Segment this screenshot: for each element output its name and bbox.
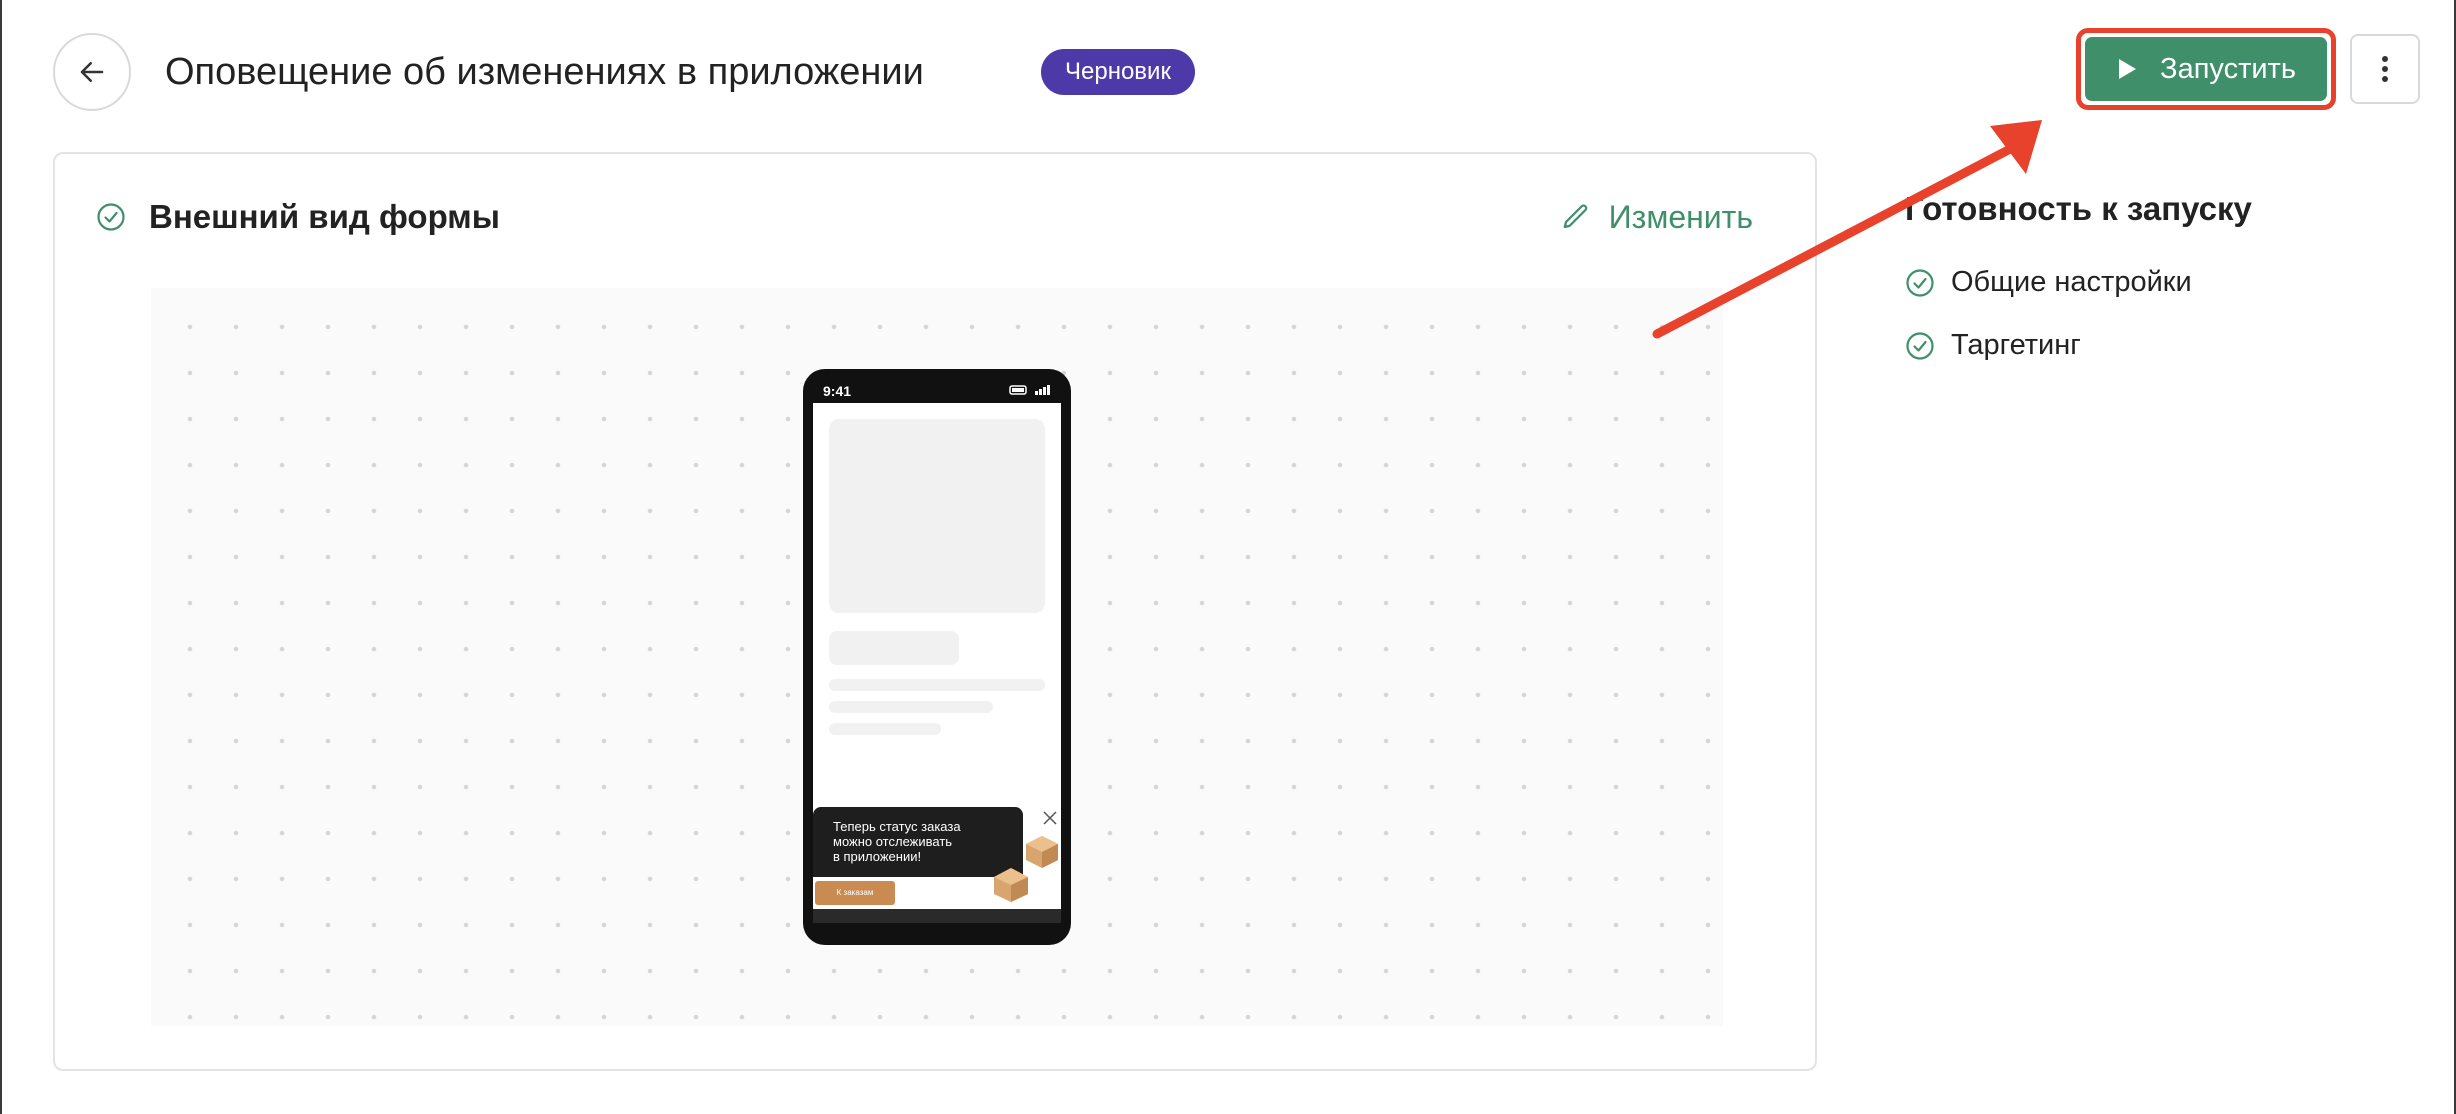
- phone-bottom-bar: [813, 909, 1061, 923]
- back-button[interactable]: [53, 33, 131, 111]
- phone-status-icons: [1009, 383, 1051, 399]
- arrow-left-icon: [80, 62, 104, 82]
- phone-screen: Теперь статус заказа можно отслеживать в…: [813, 403, 1061, 909]
- readiness-item-label: Общие настройки: [1951, 266, 2192, 298]
- skeleton-line: [829, 723, 941, 735]
- edit-link[interactable]: Изменить: [1561, 194, 1753, 240]
- skeleton-line: [829, 701, 993, 713]
- launch-button[interactable]: Запустить: [2085, 37, 2327, 101]
- more-options-button[interactable]: [2350, 34, 2420, 104]
- skeleton-image: [829, 419, 1045, 613]
- more-vertical-icon: [2382, 56, 2388, 82]
- readiness-item-targeting: Таргетинг: [1905, 329, 2081, 362]
- check-circle-icon: [1906, 331, 1934, 360]
- popup-cta-button: К заказам: [815, 881, 895, 905]
- phone-status-bar: 9:41: [803, 369, 1071, 403]
- check-circle-icon: [1906, 268, 1934, 297]
- edit-link-label: Изменить: [1608, 199, 1753, 235]
- phone-time: 9:41: [823, 383, 852, 399]
- close-icon: [1043, 811, 1057, 825]
- launch-button-highlight: Запустить: [2076, 28, 2336, 110]
- page: Оповещение об изменениях в приложении Че…: [0, 0, 2456, 1114]
- pencil-icon: [1563, 204, 1587, 229]
- skeleton-title: [829, 631, 959, 665]
- card-title: Внешний вид формы: [149, 198, 500, 235]
- readiness-title: Готовность к запуску: [1905, 190, 2252, 227]
- launch-button-label: Запустить: [2160, 52, 2296, 85]
- readiness-item-label: Таргетинг: [1951, 329, 2081, 361]
- readiness-item-general: Общие настройки: [1905, 266, 2192, 299]
- skeleton-line: [829, 679, 1045, 691]
- popup-line: в приложении!: [833, 849, 922, 864]
- phone-preview: 9:41 Теперь статус заказа можно отслежив…: [803, 369, 1071, 945]
- status-badge: Черновик: [1041, 49, 1195, 95]
- check-circle-icon: [97, 203, 125, 231]
- page-title: Оповещение об изменениях в приложении: [165, 51, 924, 93]
- popup-line: Теперь статус заказа: [833, 819, 961, 834]
- package-icon: [994, 868, 1028, 902]
- battery-signal-icon: [1009, 385, 1050, 395]
- popup-line: можно отслеживать: [833, 834, 953, 849]
- play-icon: [2119, 59, 2137, 79]
